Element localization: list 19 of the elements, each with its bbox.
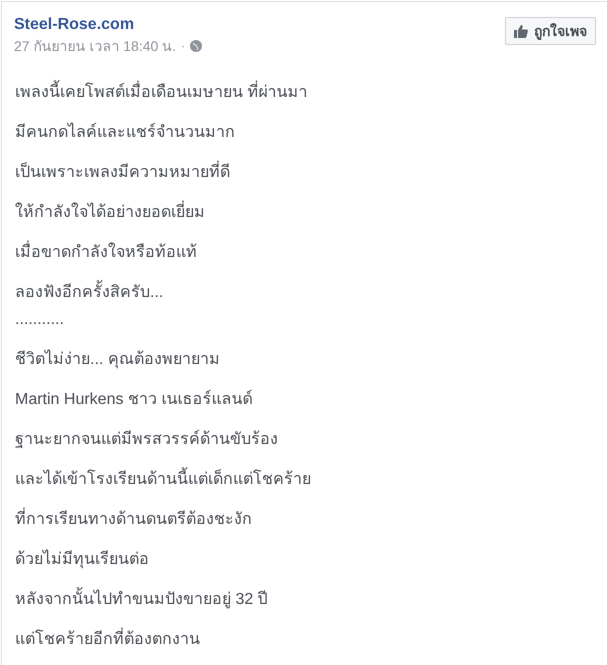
like-page-button[interactable]: ถูกใจเพจ: [505, 17, 596, 45]
post-text-line: ให้กำลังใจได้อย่างยอดเยี่ยม: [15, 199, 205, 226]
post-text-line: หลังจากนั้นไปทำขนมปังขายอยู่ 32 ปี: [15, 586, 268, 613]
post-text-line: แต่โชคร้ายอีกที่ต้องตกงาน: [15, 626, 200, 653]
page-name[interactable]: Steel-Rose.com: [14, 15, 202, 35]
post-text-line: และได้เข้าโรงเรียนด้านนี้แต่เด็กแต่โชคร้าย: [15, 466, 311, 493]
post-text-line: เมื่อขาดกำลังใจหรือท้อแท้: [15, 239, 197, 266]
separator: ·: [181, 38, 186, 55]
post-text-line: ชีวิตไม่ง่าย... คุณต้องพยายาม: [15, 348, 220, 370]
post-text-line: ด้วยไม่มีทุนเรียนต่อ: [15, 548, 149, 570]
post-text-line: ฐานะยากจนแต่มีพรสวรรค์ด้านขับร้อง: [15, 428, 278, 450]
post-text-line: มีคนกดไลค์และแชร์จำนวนมาก: [15, 122, 235, 143]
thumbs-up-icon: [514, 24, 528, 38]
post-text-line: ที่การเรียนทางด้านดนตรีต้องชะงัก: [15, 506, 252, 533]
post-text-line: ลองฟังอีกครั้งสิครับ...: [15, 279, 164, 306]
post-text-line: ...........: [15, 310, 64, 330]
post-text-line: เป็นเพราะเพลงมีความหมายที่ดี: [15, 159, 230, 186]
post-text-line: Martin Hurkens ชาว เนเธอร์แลนด์: [15, 388, 252, 410]
post-text-line: เพลงนี้เคยโพสต์เมื่อเดือนเมษายน ที่ผ่านมา: [15, 79, 308, 106]
